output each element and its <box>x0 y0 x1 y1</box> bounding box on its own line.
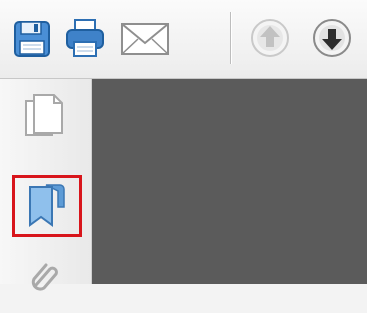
next-page-button[interactable] <box>310 14 354 62</box>
bookmarks-icon <box>29 184 65 227</box>
save-button[interactable] <box>10 14 54 62</box>
previous-page-button[interactable] <box>248 14 292 62</box>
previous-page-icon <box>251 19 289 57</box>
attachments-button[interactable] <box>12 251 82 313</box>
navigation-pane <box>0 79 92 291</box>
toolbar <box>0 0 367 79</box>
page-thumbnails-button[interactable] <box>12 87 82 149</box>
document-area[interactable] <box>92 79 367 284</box>
toolbar-separator <box>230 12 232 64</box>
email-button[interactable] <box>116 14 176 62</box>
print-button[interactable] <box>63 14 107 62</box>
bookmarks-button[interactable] <box>12 175 82 237</box>
save-icon <box>14 21 50 57</box>
print-icon <box>66 19 104 57</box>
attachments-icon <box>31 263 58 291</box>
page-thumbnails-icon <box>25 94 63 136</box>
email-icon <box>121 23 169 55</box>
next-page-icon <box>313 19 351 57</box>
